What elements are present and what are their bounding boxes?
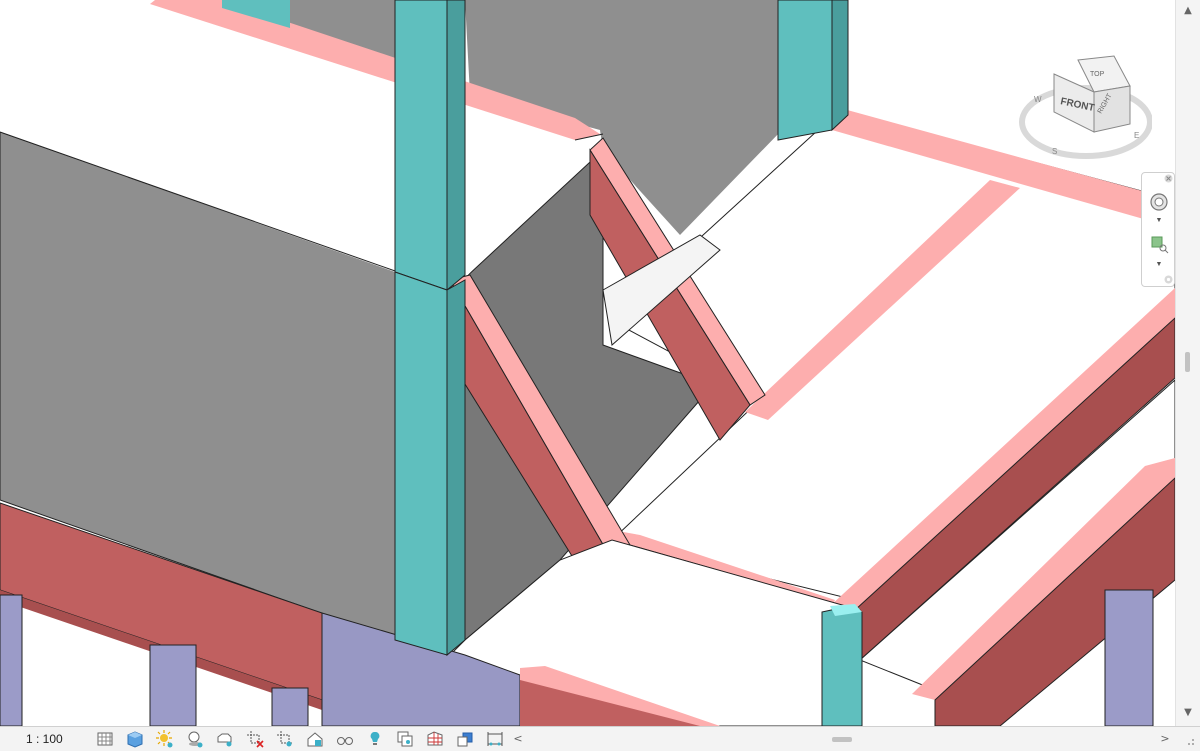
- zoom-dropdown-icon[interactable]: ▼: [1153, 261, 1165, 269]
- compass-west-label[interactable]: W: [1034, 95, 1042, 104]
- visual-style-icon[interactable]: [125, 729, 145, 749]
- customize-gear-icon[interactable]: [1164, 275, 1173, 284]
- detail-level-icon[interactable]: [95, 729, 115, 749]
- temporary-hide-isolate-icon[interactable]: [335, 729, 355, 749]
- reveal-hidden-elements-icon[interactable]: [365, 729, 385, 749]
- crop-view-icon[interactable]: [245, 729, 265, 749]
- zoom-region-icon[interactable]: [1148, 233, 1170, 255]
- close-icon[interactable]: [1164, 174, 1173, 183]
- column-front: [821, 605, 863, 726]
- steering-wheel-dropdown-icon[interactable]: ▼: [1153, 217, 1165, 225]
- compass-east-label[interactable]: E: [1134, 131, 1139, 140]
- worksharing-display-icon[interactable]: [395, 729, 415, 749]
- viewcube[interactable]: TOP FRONT RIGHT W S E: [1018, 52, 1152, 162]
- shadows-icon[interactable]: [185, 729, 205, 749]
- view-control-bar: 1 : 100 < >: [0, 726, 1200, 751]
- show-rendering-dialog-icon[interactable]: [215, 729, 235, 749]
- steering-wheel-icon[interactable]: [1148, 191, 1170, 213]
- column-left: [394, 0, 448, 291]
- scroll-up-arrow-icon[interactable]: ▲: [1176, 2, 1200, 20]
- sun-path-icon[interactable]: [155, 729, 175, 749]
- 3d-viewport[interactable]: TOP FRONT RIGHT W S E ▼ ▼: [0, 0, 1175, 726]
- viewcube-top-label[interactable]: TOP: [1090, 71, 1105, 78]
- horizontal-scroll-thumb[interactable]: [832, 737, 852, 742]
- horizontal-scrollbar[interactable]: < >: [510, 730, 1175, 748]
- pier-left: [0, 594, 23, 726]
- unlock-3d-view-icon[interactable]: [305, 729, 325, 749]
- pier-mid: [271, 687, 309, 726]
- show-constraints-icon[interactable]: [485, 729, 505, 749]
- compass-south-label[interactable]: S: [1052, 147, 1057, 156]
- temporary-view-properties-icon[interactable]: [425, 729, 445, 749]
- building-model-3d-view[interactable]: [0, 0, 1175, 726]
- column-right: [777, 0, 833, 141]
- pier-right: [1104, 589, 1154, 726]
- show-crop-region-icon[interactable]: [275, 729, 295, 749]
- column-left-lower: [394, 271, 448, 656]
- scroll-down-arrow-icon[interactable]: ▼: [1176, 704, 1200, 722]
- scroll-left-arrow-icon[interactable]: <: [510, 730, 526, 748]
- view-scale[interactable]: 1 : 100: [26, 727, 63, 751]
- pier-mid-left: [149, 644, 197, 726]
- navigation-bar: ▼ ▼: [1141, 172, 1175, 287]
- vertical-scroll-thumb[interactable]: [1185, 352, 1190, 372]
- scroll-right-arrow-icon[interactable]: >: [1157, 730, 1173, 748]
- highlight-displacement-icon[interactable]: [455, 729, 475, 749]
- resize-grip-icon[interactable]: [1182, 733, 1196, 747]
- vertical-scrollbar[interactable]: ▲ ▼: [1175, 0, 1200, 726]
